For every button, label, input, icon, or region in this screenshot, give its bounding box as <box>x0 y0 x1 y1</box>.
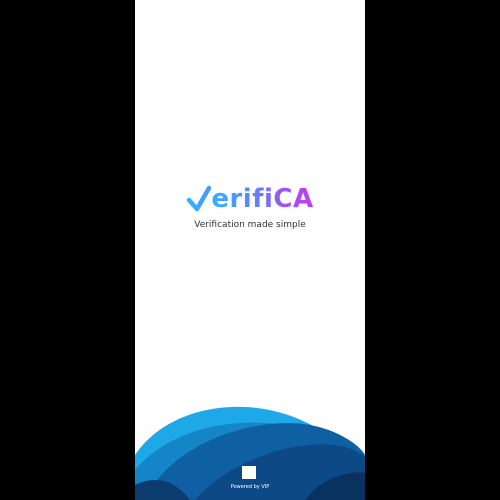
logo-text: erifiCA <box>211 184 314 214</box>
square-logo-icon <box>242 466 256 479</box>
powered-by-text: Powered by VIP <box>230 484 270 490</box>
splash-screen: erifiCA Verification made simple Powered… <box>135 0 365 500</box>
app-logo: erifiCA <box>135 181 365 217</box>
checkmark-v-icon <box>187 185 212 212</box>
tagline: Verification made simple <box>194 220 306 230</box>
